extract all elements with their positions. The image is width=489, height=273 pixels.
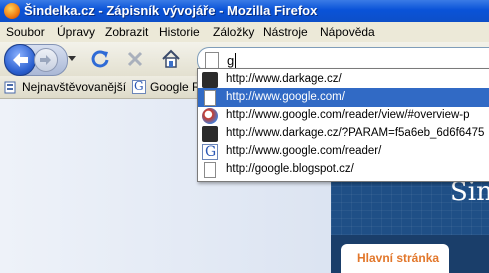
suggestion-item[interactable]: http://www.darkage.cz/ — [198, 70, 489, 89]
menu-soubor[interactable]: Soubor — [6, 25, 45, 39]
suggestion-url: http://www.darkage.cz/?PARAM=f5a6eb_6d6f… — [226, 127, 485, 139]
menu-nastroje[interactable]: Nástroje — [263, 25, 308, 39]
most-visited-icon — [4, 81, 16, 94]
tab-hlavni-stranka[interactable]: Hlavní stránka — [341, 244, 449, 273]
title-bar: Šindelka.cz - Zápisník vývojáře - Mozill… — [0, 0, 489, 22]
suggestion-item[interactable]: G http://www.google.com/reader/ — [198, 142, 489, 161]
suggestion-item[interactable]: http://www.darkage.cz/?PARAM=f5a6eb_6d6f… — [198, 124, 489, 143]
suggestion-item-selected[interactable]: http://www.google.com/ — [198, 88, 489, 107]
suggestion-item[interactable]: http://google.blogspot.cz/ — [198, 160, 489, 179]
suggestion-url: http://www.google.com/reader/ — [226, 145, 382, 157]
reader-icon — [202, 108, 218, 124]
menu-napoveda[interactable]: Nápověda — [320, 25, 375, 39]
darkage-icon — [202, 72, 218, 88]
address-input[interactable]: g — [227, 53, 234, 68]
back-arrow-icon — [13, 53, 28, 67]
site-header: Šin — [331, 175, 489, 235]
stop-icon[interactable] — [124, 48, 146, 70]
darkage-icon — [202, 126, 218, 142]
suggestion-url: http://google.blogspot.cz/ — [226, 163, 354, 175]
suggestion-item[interactable]: http://www.google.com/reader/view/#overv… — [198, 106, 489, 125]
page-icon — [204, 90, 216, 106]
menu-zalozky[interactable]: Záložky — [213, 25, 254, 39]
bookmark-google-reader[interactable]: Google R — [150, 80, 201, 94]
window-title: Šindelka.cz - Zápisník vývojáře - Mozill… — [24, 3, 318, 18]
home-icon[interactable] — [160, 48, 182, 70]
autocomplete-dropdown: http://www.darkage.cz/ http://www.google… — [197, 68, 489, 182]
tab-label: Hlavní stránka — [357, 251, 440, 265]
forward-button[interactable] — [34, 48, 58, 72]
reload-icon[interactable] — [89, 48, 111, 70]
suggestion-url: http://www.google.com/reader/view/#overv… — [226, 109, 470, 121]
google-icon: G — [132, 79, 146, 94]
page-icon — [205, 52, 219, 69]
site-navigation: Hlavní stránka — [331, 235, 489, 273]
history-dropdown-icon[interactable] — [68, 56, 76, 61]
firefox-icon — [4, 3, 20, 19]
menu-upravy[interactable]: Úpravy — [57, 25, 95, 39]
suggestion-url: http://www.darkage.cz/ — [226, 73, 342, 85]
back-button[interactable] — [4, 44, 36, 76]
forward-arrow-icon — [40, 55, 51, 65]
google-icon: G — [202, 144, 218, 160]
bookmark-most-visited[interactable]: Nejnavštěvovanější — [22, 80, 126, 94]
page-icon — [204, 162, 216, 178]
text-caret — [235, 53, 236, 68]
menu-historie[interactable]: Historie — [159, 25, 200, 39]
menu-bar: Soubor Úpravy Zobrazit Historie Záložky … — [0, 22, 489, 42]
menu-zobrazit[interactable]: Zobrazit — [105, 25, 148, 39]
suggestion-url: http://www.google.com/ — [226, 91, 345, 103]
